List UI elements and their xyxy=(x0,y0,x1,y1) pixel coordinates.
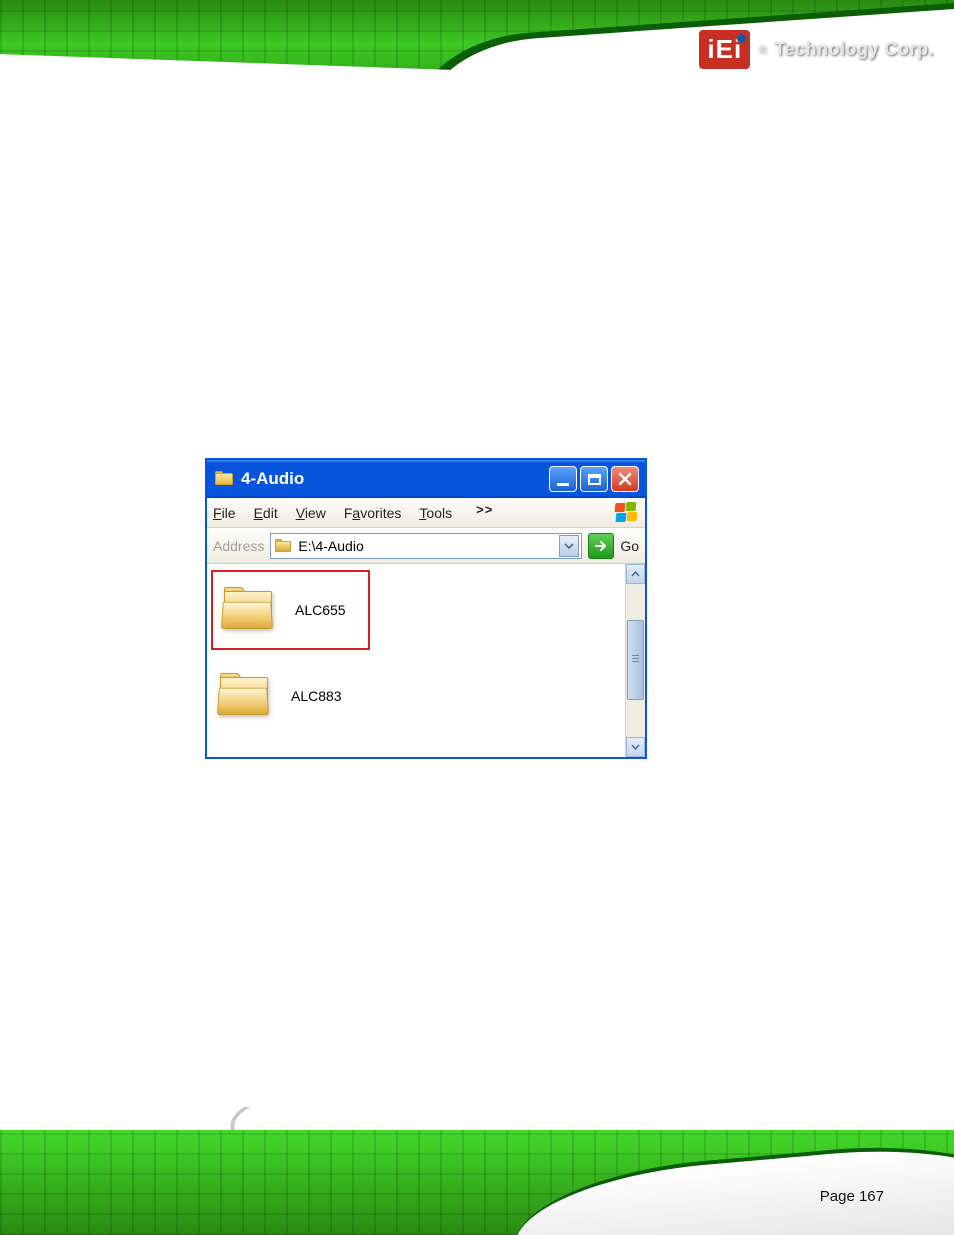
brand-logo: iEi ® Technology Corp. xyxy=(699,30,934,69)
folder-label: ALC655 xyxy=(295,602,346,618)
chevron-up-icon xyxy=(631,571,640,577)
menu-tools[interactable]: Tools xyxy=(419,505,452,521)
scroll-track[interactable] xyxy=(626,584,645,737)
file-list: ALC655 ALC883 xyxy=(207,564,625,757)
folder-label: ALC883 xyxy=(291,688,342,704)
arrow-right-icon xyxy=(594,539,608,553)
address-path: E:\4-Audio xyxy=(298,538,554,554)
registered-mark: ® xyxy=(758,44,766,56)
explorer-window: 4-Audio File Edit View Favorites Tools >… xyxy=(205,458,647,759)
chevron-down-icon xyxy=(564,543,574,549)
window-title: 4-Audio xyxy=(241,469,543,489)
folder-icon xyxy=(215,471,235,487)
menu-overflow[interactable]: >> xyxy=(476,502,493,517)
footer-banner: Page 167 xyxy=(0,1107,954,1235)
minimize-button[interactable] xyxy=(549,466,577,492)
scroll-thumb[interactable] xyxy=(627,620,644,700)
content-area: ALC655 ALC883 xyxy=(207,564,645,757)
scroll-down-button[interactable] xyxy=(626,737,645,757)
folder-item-alc883[interactable]: ALC883 xyxy=(207,656,625,736)
menu-view[interactable]: View xyxy=(296,505,326,521)
windows-flag-icon xyxy=(615,502,639,524)
logo-dot-icon xyxy=(737,34,746,43)
menu-favorites[interactable]: Favorites xyxy=(344,505,402,521)
close-button[interactable] xyxy=(611,466,639,492)
header-banner: iEi ® Technology Corp. xyxy=(0,0,954,112)
go-label: Go xyxy=(620,538,639,554)
maximize-button[interactable] xyxy=(580,466,608,492)
chevron-down-icon xyxy=(631,744,640,750)
vertical-scrollbar[interactable] xyxy=(625,564,645,757)
menu-file[interactable]: File xyxy=(213,505,236,521)
window-controls xyxy=(549,466,639,492)
scroll-up-button[interactable] xyxy=(626,564,645,584)
maximize-icon xyxy=(588,474,601,485)
folder-icon xyxy=(275,539,293,553)
folder-icon xyxy=(221,587,277,633)
window-titlebar[interactable]: 4-Audio xyxy=(207,460,645,498)
logo-mark: iEi xyxy=(699,30,750,69)
address-label: Address xyxy=(213,538,264,554)
page-number: Page 167 xyxy=(820,1188,884,1205)
menu-edit[interactable]: Edit xyxy=(254,505,278,521)
menu-bar: File Edit View Favorites Tools >> xyxy=(207,498,645,528)
company-name: Technology Corp. xyxy=(774,39,934,60)
folder-icon xyxy=(217,673,273,719)
address-combo[interactable]: E:\4-Audio xyxy=(270,533,582,559)
minimize-icon xyxy=(557,483,569,486)
folder-item-alc655[interactable]: ALC655 xyxy=(211,570,370,650)
go-button[interactable] xyxy=(588,533,614,559)
address-dropdown-button[interactable] xyxy=(559,535,579,557)
address-bar: Address E:\4-Audio Go xyxy=(207,528,645,564)
close-icon xyxy=(618,472,632,486)
